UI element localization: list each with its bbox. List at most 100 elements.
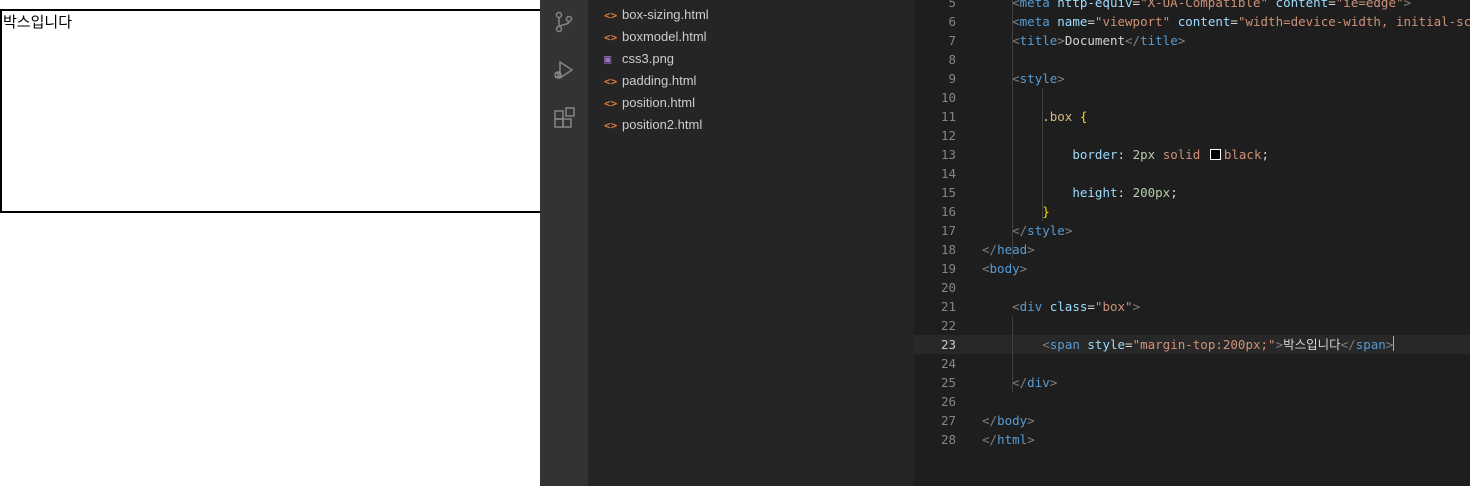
code-token: </	[1340, 337, 1356, 352]
line-number: 11	[940, 109, 956, 124]
code-token: "width=device-width, initial-scale=1.0"	[1237, 14, 1470, 29]
code-text: <style>	[1012, 69, 1065, 88]
file-item-box-sizing[interactable]: <> box-sizing.html	[604, 4, 709, 26]
code-token: border	[1072, 147, 1118, 162]
code-line[interactable]: 7 <title>Document</title>	[914, 31, 1470, 50]
code-line[interactable]: 17 </style>	[914, 221, 1470, 240]
extensions-icon[interactable]	[552, 106, 576, 130]
code-text: </head>	[982, 240, 1035, 259]
code-line[interactable]: 15 height: 200px;	[914, 183, 1470, 202]
code-token: <	[1012, 14, 1020, 29]
code-token: style	[1019, 71, 1058, 86]
code-token: solid	[1162, 147, 1201, 162]
code-token: }	[1042, 204, 1050, 219]
code-line[interactable]: 24	[914, 354, 1470, 373]
code-token: body	[997, 413, 1028, 428]
code-token: "box"	[1094, 299, 1133, 314]
code-line[interactable]: 25 </div>	[914, 373, 1470, 392]
code-text: <meta name="viewport" content="width=dev…	[1012, 12, 1470, 31]
code-token: <	[982, 261, 990, 276]
code-token: "ie=edge"	[1335, 0, 1404, 10]
file-name: position2.html	[622, 117, 703, 132]
code-token: >	[1027, 413, 1035, 428]
code-token: style	[1027, 223, 1065, 238]
code-line[interactable]: 21 <div class="box">	[914, 297, 1470, 316]
code-text: border: 2px solid black;	[1072, 145, 1269, 164]
line-number: 14	[940, 166, 956, 181]
code-line[interactable]: 16}	[914, 202, 1470, 221]
code-text: .box {	[1042, 107, 1087, 126]
file-name: padding.html	[622, 73, 697, 88]
code-token: html	[997, 432, 1028, 447]
color-swatch-icon[interactable]	[1209, 149, 1221, 160]
code-token: "X-UA-Compatible"	[1140, 0, 1269, 10]
code-line[interactable]: 11 .box {	[914, 107, 1470, 126]
line-number: 12	[940, 128, 956, 143]
code-token: </	[1125, 33, 1141, 48]
code-token: >	[1403, 0, 1412, 10]
code-token: class	[1049, 299, 1088, 314]
code-token: >	[1057, 33, 1065, 48]
file-item-position2[interactable]: <> position2.html	[604, 114, 702, 136]
code-line[interactable]: 12	[914, 126, 1470, 145]
code-token: <	[1012, 0, 1020, 10]
code-line[interactable]: 22	[914, 316, 1470, 335]
code-line[interactable]: 19 <body>	[914, 259, 1470, 278]
code-token: >	[1132, 299, 1141, 314]
code-line[interactable]: 8	[914, 50, 1470, 69]
code-line[interactable]: 5 <meta http-equiv="X-UA-Compatible" cont…	[914, 0, 1470, 12]
code-token: =	[1328, 0, 1336, 10]
code-line[interactable]: 13 border: 2px solid black;	[914, 145, 1470, 164]
code-token: =	[1230, 14, 1238, 29]
code-token: =	[1087, 14, 1095, 29]
code-text: height: 200px;	[1072, 183, 1177, 202]
code-line[interactable]: 27 </body>	[914, 411, 1470, 430]
indent-guide	[1042, 88, 1044, 221]
file-item-css3-png[interactable]: ▣ css3.png	[604, 48, 674, 70]
line-number: 6	[948, 14, 956, 29]
code-text: <body>	[982, 259, 1027, 278]
code-line[interactable]: 14	[914, 164, 1470, 183]
line-number: 10	[940, 90, 956, 105]
run-debug-icon[interactable]	[552, 58, 576, 82]
line-number: 22	[940, 318, 956, 333]
code-line[interactable]: 9 <style>	[914, 69, 1470, 88]
code-line[interactable]: 26	[914, 392, 1470, 411]
browser-preview: 박스입니다	[0, 0, 540, 486]
code-token: div	[1019, 299, 1043, 314]
code-line[interactable]: 23 <span style="margin-top:200px;">박스입니다<…	[914, 335, 1470, 354]
html-file-icon: <>	[604, 9, 618, 22]
code-token: content	[1275, 0, 1329, 10]
code-token: .box	[1042, 109, 1073, 124]
html-file-icon: <>	[604, 97, 618, 110]
code-line[interactable]: 28 </html>	[914, 430, 1470, 449]
file-item-padding[interactable]: <> padding.html	[604, 70, 696, 92]
line-number: 7	[948, 33, 956, 48]
code-token: http-equiv	[1057, 0, 1133, 10]
code-token: name	[1057, 14, 1088, 29]
line-number: 13	[940, 147, 956, 162]
code-line[interactable]: 10	[914, 88, 1470, 107]
code-token: 200px	[1132, 185, 1171, 200]
code-editor[interactable]: 5 <meta http-equiv="X-UA-Compatible" cont…	[914, 0, 1470, 486]
code-line[interactable]: 18 </head>	[914, 240, 1470, 259]
line-number: 24	[940, 356, 956, 371]
source-control-icon[interactable]	[552, 10, 576, 34]
file-item-position[interactable]: <> position.html	[604, 92, 695, 114]
code-token: meta	[1019, 14, 1050, 29]
line-number: 25	[940, 375, 956, 390]
code-token: ;	[1170, 185, 1178, 200]
file-item-boxmodel[interactable]: <> boxmodel.html	[604, 26, 707, 48]
code-line[interactable]: 20	[914, 278, 1470, 297]
code-line[interactable]: 6 <meta name="viewport" content="width=de…	[914, 12, 1470, 31]
code-token: >	[1064, 223, 1073, 238]
code-token: >	[1177, 33, 1186, 48]
indent-guide	[1012, 316, 1014, 392]
html-file-icon: <>	[604, 119, 618, 132]
line-number: 17	[940, 223, 956, 238]
code-text: <div class="box">	[1012, 297, 1140, 316]
code-token: body	[989, 261, 1020, 276]
file-name: boxmodel.html	[622, 29, 707, 44]
